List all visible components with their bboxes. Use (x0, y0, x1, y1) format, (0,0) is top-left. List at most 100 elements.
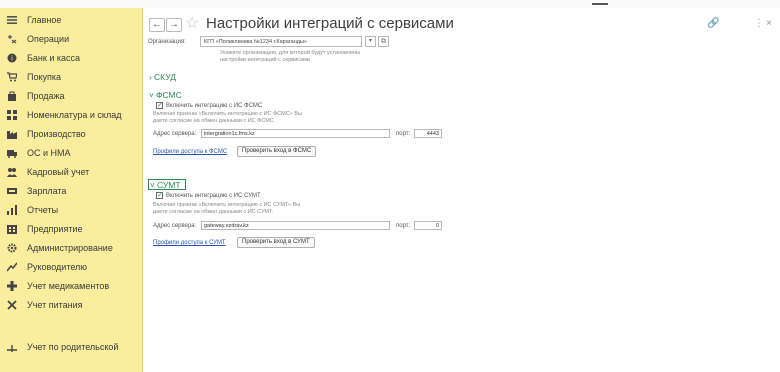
chevron-right-icon: › (149, 73, 152, 82)
sidebar-item-salary[interactable]: Зарплата (0, 182, 142, 200)
section-fmss-title: ФСМС (156, 90, 182, 100)
page-title: Настройки интеграций с сервисами (206, 15, 454, 32)
sidebar-item-bank[interactable]: i Банк и касса (0, 49, 142, 67)
favorite-star-icon[interactable]: ☆ (185, 15, 199, 33)
back-button[interactable]: ← (149, 18, 165, 32)
section-sumt-toggle[interactable]: ˅ СУМТ (150, 180, 181, 191)
sidebar-item-label: Руководителю (27, 262, 88, 272)
fmss-note-line2: даете согласие на обмен данными с ИС ФСМ… (153, 118, 274, 124)
top-strip-marker (592, 3, 608, 5)
sidebar-item-label: Производство (27, 129, 86, 139)
sidebar-item-label: Предприятие (27, 224, 83, 234)
sidebar-item-medicines[interactable]: Учет медикаментов (0, 277, 142, 295)
salary-icon (6, 185, 18, 197)
sales-icon (6, 90, 18, 102)
sidebar-item-assets[interactable]: ОС и НМА (0, 144, 142, 162)
org-dropdown-button[interactable]: ▾ (365, 36, 376, 47)
sidebar-item-manager[interactable]: Руководителю (0, 258, 142, 276)
fmss-port-value: 4443 (426, 131, 439, 137)
settings-form: ← → ☆ Настройки интеграций с сервисами 🔗… (144, 8, 780, 372)
sidebar-item-label: Банк и касса (27, 53, 80, 63)
sidebar-item-food[interactable]: Учет питания (0, 296, 142, 314)
sumt-port-label: порт: (396, 223, 411, 229)
sumt-port-value: 0 (435, 223, 439, 229)
sidebar-item-sales[interactable]: Продажа (0, 87, 142, 105)
sidebar-item-label: Главное (27, 15, 62, 25)
sidebar-item-label: Продажа (27, 91, 65, 101)
fmss-port-label: порт: (396, 131, 411, 137)
sidebar-item-admin[interactable]: Администрирование (0, 239, 142, 257)
sidebar-item-nomenclature[interactable]: Номенклатура и склад (0, 106, 142, 124)
fmss-check-login-button[interactable]: Проверить вход в ФСМС (237, 146, 317, 157)
section-fmss-toggle[interactable]: ˅ ФСМС (149, 90, 182, 101)
sidebar-item-label: Покупка (27, 72, 62, 82)
sumt-profiles-link[interactable]: Профили доступа к СУМТ (153, 239, 226, 247)
sidebar-item-operations[interactable]: Операции (0, 30, 142, 48)
sidebar-item-parent[interactable]: Учет по родительской (0, 338, 142, 356)
sumt-note-line2: даете согласие на обмен данными с ИС СУМ… (153, 209, 274, 215)
sidebar-item-label: Зарплата (27, 186, 67, 196)
fmss-note-line1: Включая признак «Включить интеграцию с И… (153, 111, 302, 117)
trend-icon (6, 261, 18, 273)
sumt-enable-label: Включить интеграцию с ИС СУМТ (166, 193, 261, 199)
sidebar-item-label: ОС и НМА (27, 148, 71, 158)
gear-icon (6, 242, 18, 254)
org-hint-line2: настройки интеграций с сервисами (220, 57, 310, 63)
sidebar: Главное Операции i Банк и касса Покупка … (0, 8, 143, 372)
assets-icon (6, 147, 18, 159)
close-icon[interactable]: × (766, 18, 772, 30)
sidebar-item-main[interactable]: Главное (0, 11, 142, 29)
parent-icon (6, 341, 18, 353)
menu-icon (6, 14, 18, 26)
sumt-server-input[interactable]: gateway.ezdrav.kz (201, 221, 390, 230)
sumt-port-input[interactable]: 0 (414, 221, 442, 230)
sidebar-item-enterprise[interactable]: Предприятие (0, 220, 142, 238)
fmss-port-input[interactable]: 4443 (414, 129, 442, 138)
org-label: Организация: (148, 39, 186, 45)
sidebar-item-purchase[interactable]: Покупка (0, 68, 142, 86)
org-open-button[interactable]: ⧉ (378, 36, 389, 47)
org-value: КГП «Поликлиника №1234 г.Караганды» (204, 39, 307, 45)
enterprise-icon (6, 223, 18, 235)
sidebar-item-label: Администрирование (27, 243, 113, 253)
fmss-enable-checkbox[interactable]: ✓ (156, 102, 163, 109)
sumt-enable-checkbox[interactable]: ✓ (156, 192, 163, 199)
operations-icon (6, 33, 18, 45)
cutlery-icon (6, 299, 18, 311)
people-icon (6, 166, 18, 178)
sumt-check-login-button[interactable]: Проверить вход в СУМТ (237, 237, 315, 248)
fmss-server-label: Адрес сервера: (153, 131, 197, 137)
org-input[interactable]: КГП «Поликлиника №1234 г.Караганды» (200, 36, 362, 47)
chevron-down-icon: ˅ (150, 181, 155, 190)
fmss-server-input[interactable]: intergration1c.fms.kz (201, 129, 390, 138)
section-skud-title: СКУД (154, 72, 177, 82)
more-icon[interactable]: ⋮ (754, 18, 764, 30)
sumt-server-label: Адрес сервера: (153, 223, 197, 229)
medical-cross-icon (6, 280, 18, 292)
sidebar-item-production[interactable]: Производство (0, 125, 142, 143)
fmss-profiles-link[interactable]: Профили доступа к ФСМС (153, 148, 227, 156)
sidebar-item-reports[interactable]: Отчеты (0, 201, 142, 219)
section-sumt-title: СУМТ (157, 180, 181, 190)
top-strip (0, 0, 780, 8)
sidebar-item-hr[interactable]: Кадровый учет (0, 163, 142, 181)
sidebar-item-label: Отчеты (27, 205, 59, 215)
sumt-note-line1: Включая признак «Включить интеграцию с И… (153, 202, 301, 208)
sidebar-item-label: Учет медикаментов (27, 281, 110, 291)
sidebar-item-label: Учет по родительской (27, 342, 119, 352)
forward-button[interactable]: → (166, 18, 182, 32)
link-icon[interactable]: 🔗 (707, 18, 719, 30)
reports-icon (6, 204, 18, 216)
fmss-enable-label: Включить интеграцию с ИС ФСМС (166, 103, 263, 109)
factory-icon (6, 128, 18, 140)
org-hint-line1: Укажите организацию, для которой будут у… (220, 50, 361, 56)
sidebar-item-label: Номенклатура и склад (27, 110, 122, 120)
bank-icon: i (6, 52, 18, 64)
sidebar-item-label: Операции (27, 34, 70, 44)
section-skud-toggle[interactable]: › СКУД (149, 72, 176, 83)
sidebar-item-label: Учет питания (27, 300, 83, 310)
fmss-server-value: intergration1c.fms.kz (204, 131, 255, 137)
sumt-server-value: gateway.ezdrav.kz (204, 223, 249, 229)
sidebar-item-label: Кадровый учет (27, 167, 90, 177)
chevron-down-icon: ˅ (149, 91, 154, 100)
